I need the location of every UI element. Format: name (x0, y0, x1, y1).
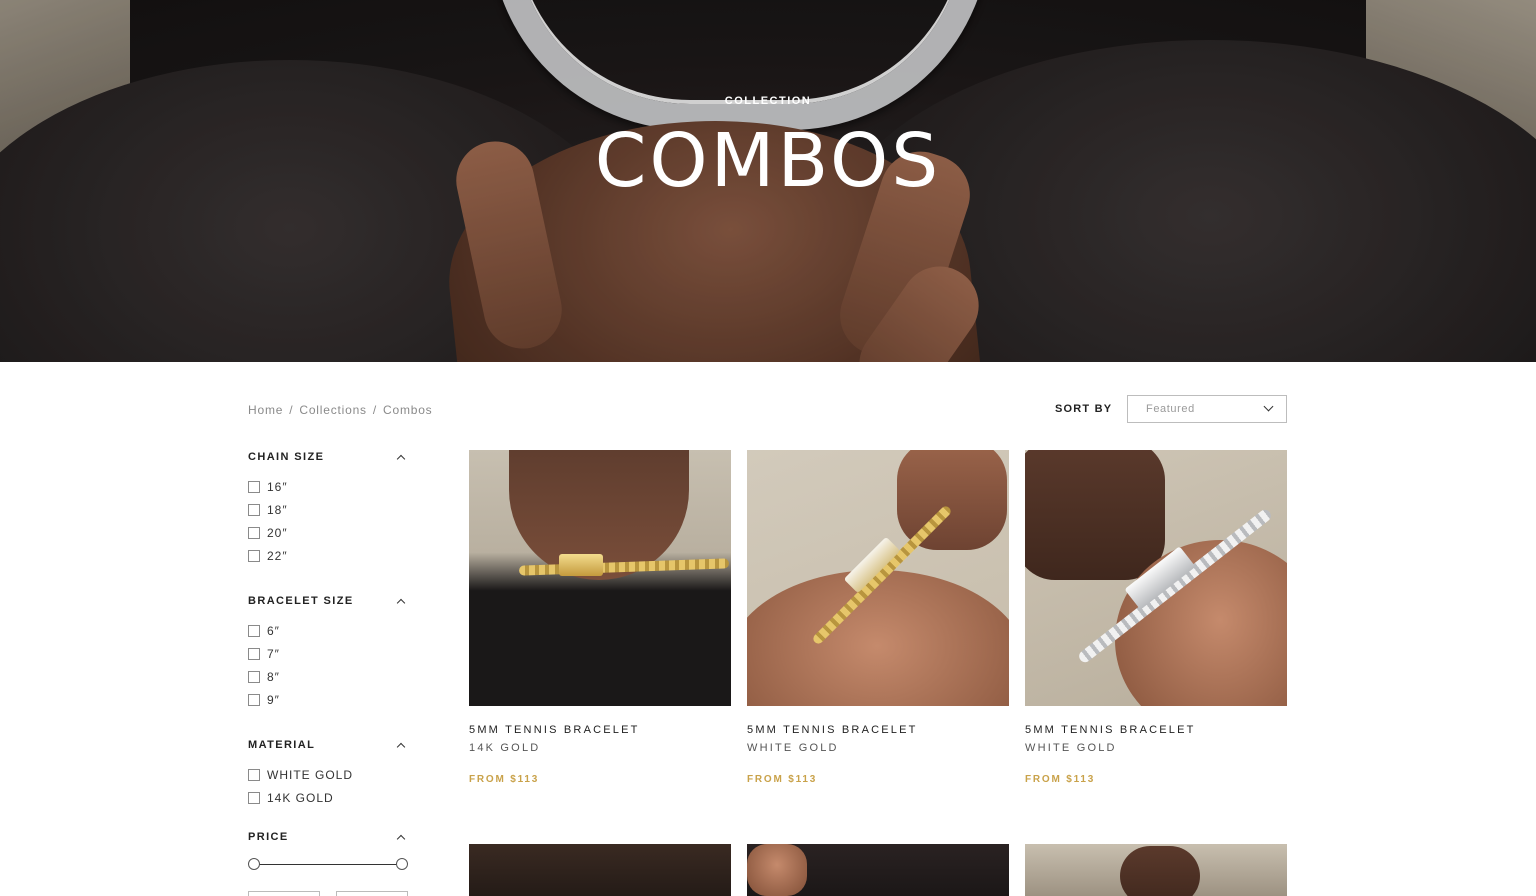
filter-title: BRACELET SIZE (248, 595, 354, 607)
filter-option[interactable]: 6″ (248, 619, 408, 642)
breadcrumb-collections-link[interactable]: Collections (299, 403, 367, 417)
filter-option-label: 18″ (267, 502, 288, 517)
checkbox[interactable] (248, 526, 260, 539)
filter-price: PRICE (248, 831, 408, 851)
price-max-input[interactable] (336, 891, 408, 896)
product-image[interactable] (747, 450, 1009, 706)
chevron-up-icon (396, 454, 406, 464)
checkbox[interactable] (248, 624, 260, 637)
product-variant: WHITE GOLD (1025, 742, 1117, 754)
product-image[interactable] (469, 450, 731, 706)
filter-option-label: 7″ (267, 646, 280, 661)
checkbox[interactable] (248, 693, 260, 706)
filter-title: CHAIN SIZE (248, 451, 325, 463)
product-price: FROM $113 (469, 774, 540, 785)
collection-title: COMBOS (594, 118, 942, 204)
product-price: FROM $113 (1025, 774, 1096, 785)
filter-bracelet-size: BRACELET SIZE 6″ 7″ 8″ 9″ (248, 595, 408, 711)
filter-option[interactable]: 8″ (248, 665, 408, 688)
filter-toggle-price[interactable]: PRICE (248, 831, 408, 851)
sort-by-label: SORT BY (1055, 403, 1113, 415)
filter-option[interactable]: 16″ (248, 475, 408, 498)
product-card[interactable]: 5MM TENNIS BRACELET WHITE GOLD FROM $113 (1025, 450, 1287, 785)
checkbox[interactable] (248, 768, 260, 781)
filter-option[interactable]: WHITE GOLD (248, 763, 408, 786)
product-card[interactable]: 5MM TENNIS BRACELET WHITE GOLD FROM $113 (747, 450, 1009, 785)
filter-option-label: 14K GOLD (267, 790, 334, 805)
product-image[interactable] (469, 844, 731, 896)
filter-option[interactable]: 22″ (248, 544, 408, 567)
chevron-up-icon (396, 742, 406, 752)
filter-toggle-chain-size[interactable]: CHAIN SIZE (248, 451, 408, 471)
checkbox[interactable] (248, 503, 260, 516)
product-image[interactable] (1025, 450, 1287, 706)
product-photo-arm (1025, 450, 1165, 580)
chevron-up-icon (396, 598, 406, 608)
filter-option[interactable]: 20″ (248, 521, 408, 544)
filter-option[interactable]: 9″ (248, 688, 408, 711)
product-card[interactable] (469, 844, 731, 896)
price-range-track (254, 864, 402, 865)
product-card[interactable] (747, 844, 1009, 896)
checkbox[interactable] (248, 549, 260, 562)
filter-title: MATERIAL (248, 739, 316, 751)
filter-option-label: 8″ (267, 669, 280, 684)
filter-option[interactable]: 7″ (248, 642, 408, 665)
sort-select[interactable]: Featured (1127, 395, 1287, 423)
hero-banner: COLLECTION COMBOS (0, 0, 1536, 362)
product-card[interactable]: 5MM TENNIS BRACELET 14K GOLD FROM $113 (469, 450, 731, 785)
filter-option-label: 16″ (267, 479, 288, 494)
product-photo-hand (747, 844, 807, 896)
product-variant: WHITE GOLD (747, 742, 839, 754)
checkbox[interactable] (248, 647, 260, 660)
product-variant: 14K GOLD (469, 742, 541, 754)
product-name[interactable]: 5MM TENNIS BRACELET (469, 724, 731, 742)
filter-option[interactable]: 18″ (248, 498, 408, 521)
breadcrumb: Home / Collections / Combos (248, 403, 432, 417)
filter-option-label: 6″ (267, 623, 280, 638)
filter-option-label: 22″ (267, 548, 288, 563)
breadcrumb-home-link[interactable]: Home (248, 403, 283, 417)
product-card[interactable] (1025, 844, 1287, 896)
filter-option-label: 20″ (267, 525, 288, 540)
filter-option-label: WHITE GOLD (267, 767, 354, 782)
filter-chain-size: CHAIN SIZE 16″ 18″ 20″ 22″ (248, 451, 408, 567)
collection-eyebrow: COLLECTION (724, 95, 812, 107)
product-photo-model (1120, 846, 1200, 896)
product-image[interactable] (1025, 844, 1287, 896)
product-image[interactable] (747, 844, 1009, 896)
product-name[interactable]: 5MM TENNIS BRACELET (747, 724, 1009, 742)
product-photo-palm (747, 570, 1009, 706)
product-photo-clasp (559, 554, 603, 576)
price-min-handle[interactable] (248, 858, 260, 870)
filter-title: PRICE (248, 831, 289, 843)
filter-toggle-material[interactable]: MATERIAL (248, 739, 408, 759)
filter-material: MATERIAL WHITE GOLD 14K GOLD (248, 739, 408, 809)
filter-toggle-bracelet-size[interactable]: BRACELET SIZE (248, 595, 408, 615)
checkbox[interactable] (248, 480, 260, 493)
product-name[interactable]: 5MM TENNIS BRACELET (1025, 724, 1287, 742)
product-price: FROM $113 (747, 774, 818, 785)
breadcrumb-separator: / (289, 403, 294, 417)
chevron-up-icon (396, 834, 406, 844)
filter-option[interactable]: 14K GOLD (248, 786, 408, 809)
breadcrumb-current: Combos (383, 403, 433, 417)
chevron-down-icon (1263, 401, 1274, 412)
checkbox[interactable] (248, 670, 260, 683)
price-min-input[interactable] (248, 891, 320, 896)
filter-option-label: 9″ (267, 692, 280, 707)
price-max-handle[interactable] (396, 858, 408, 870)
breadcrumb-separator: / (372, 403, 377, 417)
checkbox[interactable] (248, 791, 260, 804)
sort-selected-value: Featured (1146, 403, 1195, 415)
